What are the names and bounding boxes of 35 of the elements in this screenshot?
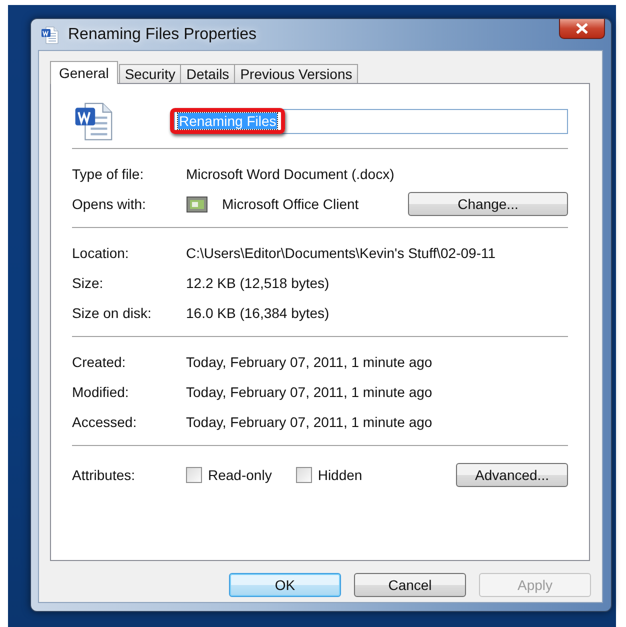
field-label: Location:	[72, 245, 130, 261]
dialog-button[interactable]: Cancel	[354, 573, 466, 597]
field-label: Size on disk:	[72, 305, 152, 321]
field-label: Modified:	[72, 384, 130, 400]
checkbox[interactable]	[186, 467, 202, 483]
field-value: Microsoft Office Client	[222, 196, 359, 212]
field-label: Attributes:	[72, 467, 136, 483]
advanced-button[interactable]: Advanced...	[456, 463, 568, 487]
field-value: Microsoft Word Document (.docx)	[186, 166, 394, 182]
field-value: C:\Users\Editor\Documents\Kevin's Stuff\02-09-11	[186, 245, 496, 261]
file-name: Renaming Files	[178, 113, 278, 129]
change-button[interactable]: Change...	[408, 192, 568, 216]
application-icon	[186, 194, 208, 214]
field-value: Today, February 07, 2011, 1 minute ago	[186, 354, 432, 370]
field-value: Today, February 07, 2011, 1 minute ago	[186, 414, 432, 430]
tab[interactable]: Security	[118, 64, 182, 83]
checkbox-label[interactable]: Read-only	[208, 467, 272, 483]
close-icon	[575, 23, 589, 34]
window-title: Renaming Files Properties	[68, 26, 258, 44]
field-label: Type of file:	[72, 166, 145, 182]
tab[interactable]: Previous Versions	[234, 64, 358, 83]
field-label: Size:	[72, 275, 104, 291]
field-label: Accessed:	[72, 414, 138, 430]
field-label: Opens with:	[72, 196, 147, 212]
tab[interactable]: Details	[180, 64, 236, 83]
field-value: 12.2 KB (12,518 bytes)	[186, 275, 330, 291]
checkbox-label[interactable]: Hidden	[318, 467, 362, 483]
field-label: Created:	[72, 354, 127, 370]
close-button[interactable]	[559, 19, 605, 39]
document-icon	[40, 24, 60, 44]
dialog-button[interactable]: OK	[229, 573, 341, 597]
tab[interactable]: General	[50, 61, 118, 84]
field-value: 16.0 KB (16,384 bytes)	[186, 305, 330, 321]
checkbox[interactable]	[296, 467, 312, 483]
field-value: Today, February 07, 2011, 1 minute ago	[186, 384, 432, 400]
